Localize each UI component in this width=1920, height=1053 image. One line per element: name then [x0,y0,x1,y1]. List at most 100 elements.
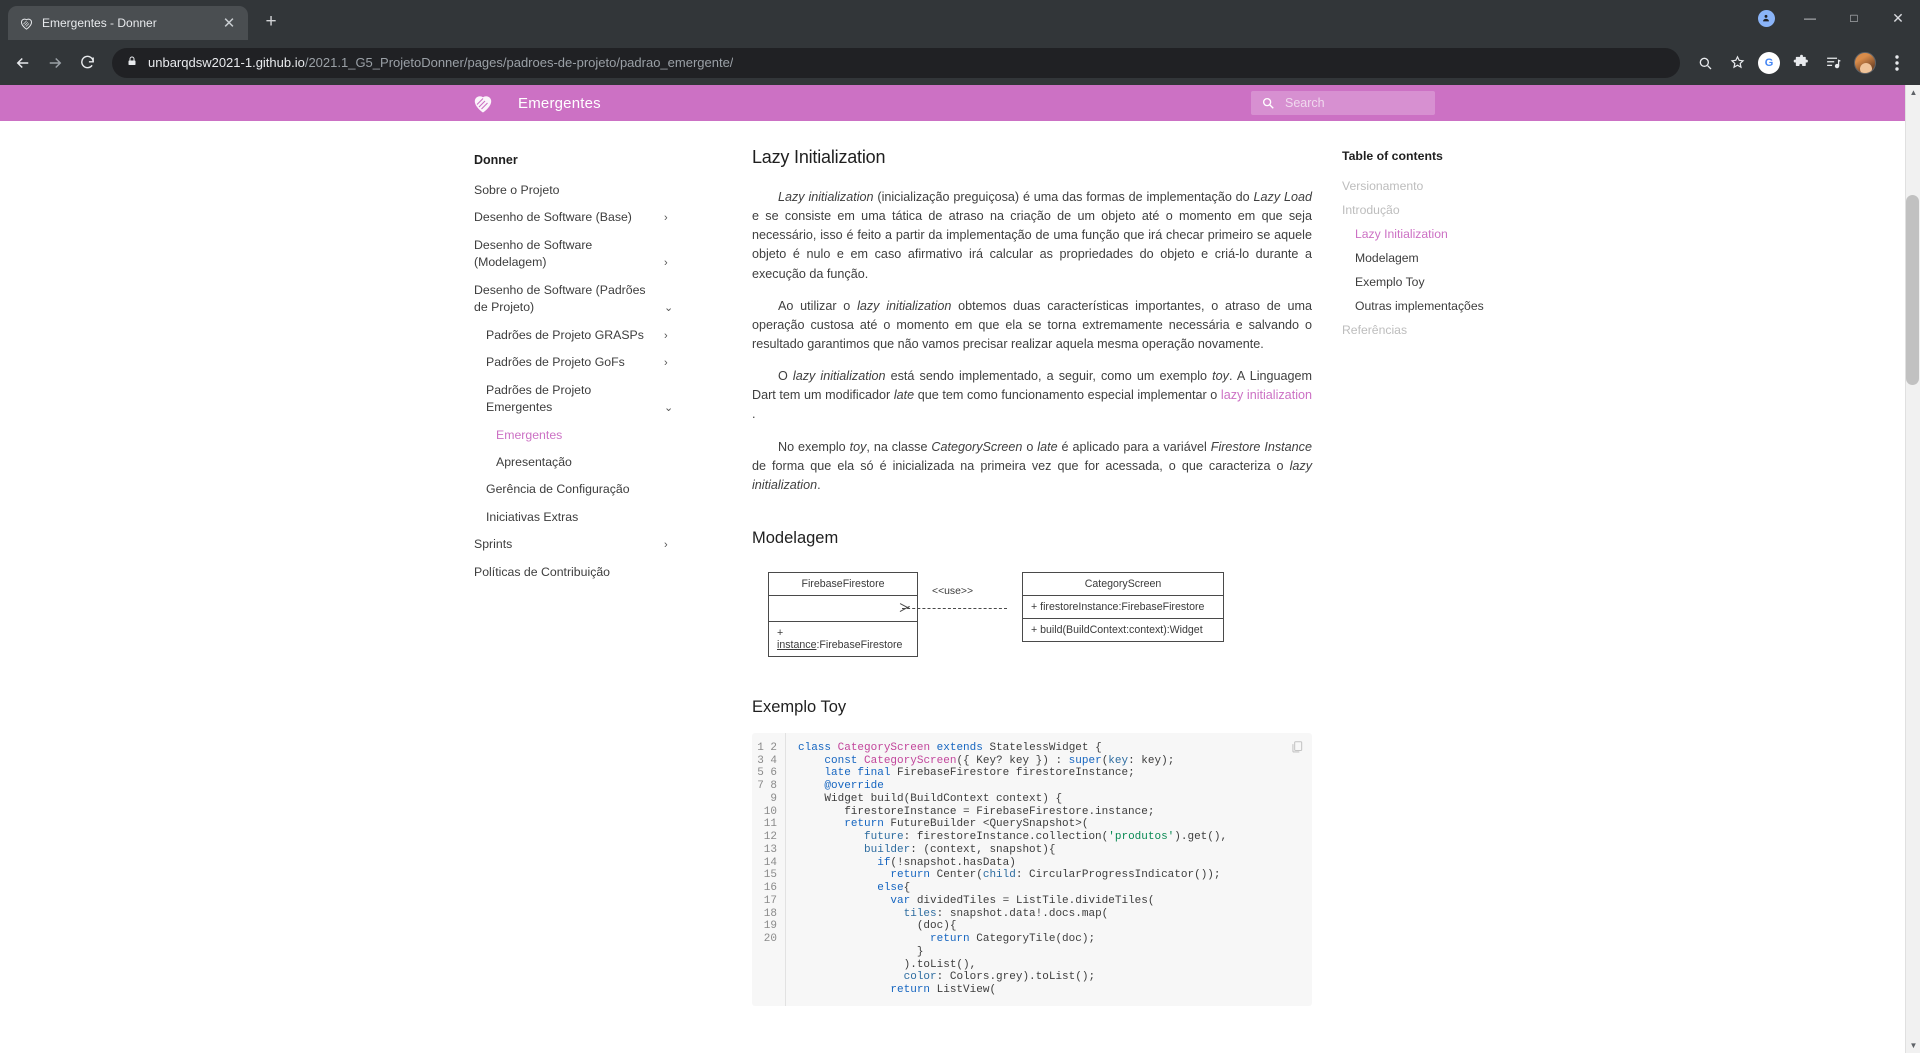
chevron-down-icon: ⌄ [664,401,674,414]
sidebar-item-gofs[interactable]: Padrões de Projeto GoFs › [474,349,674,376]
extensions-puzzle-icon[interactable] [1786,48,1816,78]
site-title: Emergentes [518,94,601,112]
site-search-input[interactable]: Search [1251,91,1435,115]
avatar[interactable] [1850,48,1880,78]
search-icon [1261,96,1275,110]
uml-attributes-compartment: + firestoreInstance:FirebaseFirestore [1023,596,1223,619]
sidebar-item-desenho-base[interactable]: Desenho de Software (Base) › [474,204,674,231]
sidebar-item-label: Políticas de Contribuição [474,564,611,579]
p3-a: O [778,369,793,384]
paragraph-2: Ao utilizar o lazy initialization obtemo… [752,297,1312,354]
uml-static-member: instance [777,638,817,651]
arrow-forward-icon[interactable] [40,48,70,78]
tab-strip: Emergentes - Donner ✕ + — □ ✕ [0,0,1920,40]
main-content: Lazy Initialization Lazy initialization … [752,129,1312,1006]
reading-list-icon[interactable] [1818,48,1848,78]
sidebar-item-label: Padrões de Projeto GoFs [486,355,625,370]
arrow-back-icon[interactable] [8,48,38,78]
reload-icon[interactable] [72,48,102,78]
sidebar-item-label: Apresentação [496,454,572,469]
chevron-down-icon[interactable]: ▼ [1906,1038,1920,1053]
section-title-exemplo-toy: Exemplo Toy [752,697,847,716]
search-icon[interactable] [1690,48,1720,78]
uml-class-categoryscreen: CategoryScreen + firestoreInstance:Fireb… [1022,571,1224,642]
toc-item-referencias[interactable]: Referências [1342,318,1552,342]
user-badge-icon[interactable] [1744,0,1788,36]
url-text: unbarqdsw2021-1.github.io/2021.1_G5_Proj… [148,55,733,70]
sidebar-item-label: Sobre o Projeto [474,183,560,197]
address-bar[interactable]: unbarqdsw2021-1.github.io/2021.1_G5_Proj… [112,47,1680,78]
sidebar-item-desenho-padroes[interactable]: Desenho de Software (Padrões de Projeto)… [474,277,674,322]
sidebar-item-politicas-contribuicao[interactable]: Políticas de Contribuição [474,559,674,586]
sidebar-item-gerencia-configuracao[interactable]: Gerência de Configuração [474,476,674,503]
sidebar-item-label: Gerência de Configuração [486,482,630,497]
p3-em-f: late [893,388,915,403]
code-line-numbers: 1 2 3 4 5 6 7 8 9 10 11 12 13 14 15 16 1… [752,732,786,1006]
uml-stereotype-label: <<use>> [932,585,974,597]
p3-c: está sendo implementado, a seguir, como … [885,369,1213,384]
p4-em-f: late [1037,439,1058,454]
p4-em-d: CategoryScreen [931,439,1023,454]
page-viewport: Emergentes Search Donner Sobre o Projeto… [0,85,1920,1053]
p1-b: (inicialização preguiçosa) é uma das for… [873,190,1254,204]
lazy-initialization-link[interactable]: lazy initialization [1221,388,1312,402]
chevron-right-icon: › [664,257,668,270]
sidebar-item-iniciativas-extras[interactable]: Iniciativas Extras [474,504,674,531]
lock-icon [126,54,138,72]
url-path: /2021.1_G5_ProjetoDonner/pages/padroes-d… [304,55,734,70]
sidebar-item-label: Desenho de Software (Base) [474,210,632,225]
uml-attributes-compartment [769,596,917,622]
close-icon[interactable]: ✕ [220,14,238,32]
donner-heart-logo-icon[interactable] [470,90,496,116]
chevron-up-icon[interactable]: ▲ [1906,85,1920,100]
toc-item-exemplo-toy[interactable]: Exemplo Toy [1342,270,1552,294]
copy-icon[interactable] [1290,740,1304,754]
toc-item-versionamento[interactable]: Versionamento [1342,174,1552,198]
sidebar-item-emergentes[interactable]: Emergentes [474,422,674,449]
sidebar-item-grasps[interactable]: Padrões de Projeto GRASPs › [474,322,674,349]
sidebar-item-label: Iniciativas Extras [486,509,579,524]
sidebar-item-desenho-modelagem[interactable]: Desenho de Software (Modelagem) › [474,232,674,277]
table-of-contents: Table of contents Versionamento Introduç… [1342,129,1552,1006]
section-title-modelagem: Modelagem [752,528,839,547]
p4-g: é aplicado para a variável [1057,439,1211,454]
uml-member-type: :FirebaseFirestore [816,638,903,651]
google-translate-icon[interactable]: G [1754,48,1784,78]
sidebar-item-sobre-o-projeto[interactable]: Sobre o Projeto [474,177,674,204]
sidebar-item-label: Desenho de Software (Modelagem) [474,237,593,270]
p1-d: e se consiste em uma tática de atraso na… [752,209,1312,281]
sidebar-item-label: Desenho de Software (Padrões de Projeto) [474,282,646,315]
url-domain: unbarqdsw2021-1.github.io [148,55,305,70]
p3-em-b: lazy initialization [792,369,886,384]
plus-icon[interactable]: + [256,7,286,37]
sidebar-item-sprints[interactable]: Sprints › [474,531,674,558]
toc-item-lazy-initialization[interactable]: Lazy Initialization [1342,222,1552,246]
browser-tab[interactable]: Emergentes - Donner ✕ [8,6,248,40]
p3-h: . [752,407,756,422]
p1-em-a: Lazy initialization [778,190,874,204]
kebab-menu-icon[interactable] [1882,48,1912,78]
window-close-icon[interactable]: ✕ [1876,0,1920,36]
bookmark-star-icon[interactable] [1722,48,1752,78]
sidebar-item-emergentes-group[interactable]: Padrões de Projeto Emergentes ⌄ [474,377,674,422]
uml-methods-compartment: + instance:FirebaseFirestore [769,622,917,656]
window-controls: — □ ✕ [1744,0,1920,36]
uml-class-name: CategoryScreen [1023,573,1223,596]
sidebar-item-label: Padrões de Projeto Emergentes [486,382,592,415]
minimize-icon[interactable]: — [1788,0,1832,36]
uml-methods-compartment: + build(BuildContext:context):Widget [1031,623,1203,636]
uml-dependency-line [902,607,1007,609]
toc-item-outras-implementacoes[interactable]: Outras implementações [1342,294,1552,318]
maximize-icon[interactable]: □ [1832,0,1876,36]
page-title: Lazy Initialization [752,147,886,167]
scrollbar-thumb[interactable] [1906,195,1919,385]
sidebar-item-apresentacao[interactable]: Apresentação [474,449,674,476]
code-content[interactable]: class CategoryScreen extends StatelessWi… [786,733,1312,1006]
toc-item-modelagem[interactable]: Modelagem [1342,246,1552,270]
chevron-right-icon: › [664,212,668,225]
p3-em-d: toy [1212,369,1229,384]
sidebar-item-label: Emergentes [496,427,563,442]
toc-item-introducao[interactable]: Introdução [1342,198,1552,222]
chevron-right-icon: › [664,329,668,342]
page-scrollbar[interactable]: ▲ ▼ [1905,85,1920,1053]
